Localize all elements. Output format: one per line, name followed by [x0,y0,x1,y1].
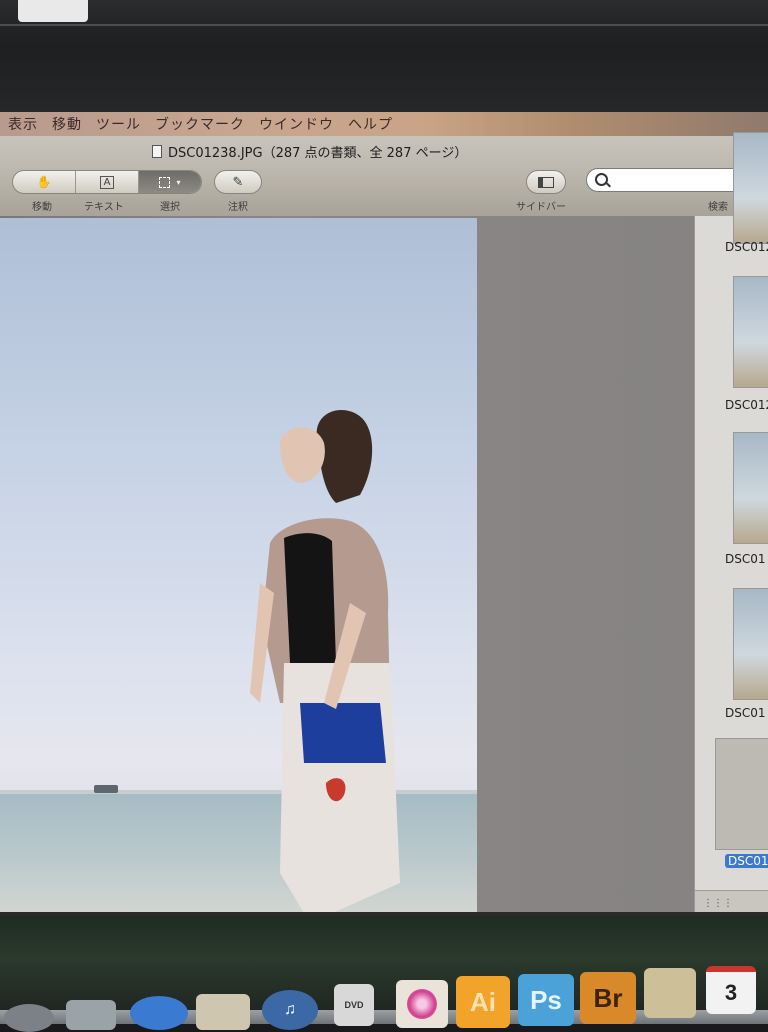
bridge-icon[interactable]: Br [580,972,636,1024]
hand-icon: ✋ [36,175,52,189]
disk-icon[interactable] [4,1004,54,1032]
thumbnail-1[interactable] [733,276,768,388]
thumbnail-2[interactable] [733,432,768,544]
photo-woman-figure [250,410,400,915]
move-tool-label: 移動 [32,202,52,213]
notes-icon[interactable] [644,968,696,1018]
window-toolbar: DSC01238.JPG（287 点の書類、全 287 ページ） ✋ A 移動 … [0,136,768,217]
dvd-player-icon[interactable]: DVD [334,984,374,1026]
flower-icon[interactable] [396,980,448,1028]
search-icon [595,173,608,186]
photoshop-icon[interactable]: Ps [518,974,574,1026]
menu-window[interactable]: ウインドウ [259,114,334,134]
thumbnail-4-selected[interactable] [715,738,768,850]
move-tool-button[interactable]: ✋ [13,171,76,193]
pencil-icon: ✎ [232,174,244,190]
thumbnail-label-0: DSC012 [725,240,768,254]
calendar-icon[interactable]: 3 [706,966,756,1014]
thumbnail-label-4: DSC01 [725,854,768,868]
stamp-icon[interactable] [66,1000,116,1030]
thumbnail-label-2: DSC01 [725,552,766,566]
bezel-divider [0,24,768,26]
firefox-icon[interactable] [130,996,188,1030]
thumbnail-0[interactable] [733,132,768,244]
text-cursor-icon: A [99,175,115,189]
photos-icon[interactable] [196,994,250,1030]
sidebar-label: サイドバー [516,202,566,213]
displayed-photo[interactable] [0,218,477,915]
screen-glare [18,0,88,22]
menu-go[interactable]: 移動 [52,114,82,134]
sidebar-toggle-button[interactable] [526,170,566,194]
document-icon [152,145,162,158]
menu-bar: 表示 移動 ツール ブックマーク ウインドウ ヘルプ [0,112,768,136]
window-title: DSC01238.JPG（287 点の書類、全 287 ページ） [152,142,467,161]
text-tool-button[interactable]: A [76,171,139,193]
text-tool-label: テキスト [84,202,124,213]
thumbnail-sidebar: DSC012 DSC012 DSC01 DSC01 DSC01 ⋮⋮⋮ [694,132,768,916]
select-tool-label: 選択 [160,202,180,213]
annotate-button[interactable]: ✎ [214,170,262,194]
photo-boat [94,785,118,793]
menu-tools[interactable]: ツール [96,114,141,134]
menu-bookmarks[interactable]: ブックマーク [155,114,245,134]
itunes-icon[interactable]: ♫ [262,990,318,1030]
menu-help[interactable]: ヘルプ [348,114,393,134]
thumbnail-label-1: DSC012 [725,398,768,412]
thumbnail-label-3: DSC01 [725,706,766,720]
window-title-text: DSC01238.JPG（287 点の書類、全 287 ページ） [168,146,468,161]
selection-rect-icon [159,176,171,188]
monitor-bezel [0,0,768,112]
search-label: 検索 [708,202,728,213]
menu-view[interactable]: 表示 [8,114,38,134]
sidebar-icon [538,176,554,188]
thumbnail-3[interactable] [733,588,768,700]
tool-mode-segmented-control: ✋ A [12,170,202,194]
illustrator-icon[interactable]: Ai [456,976,510,1028]
annotate-label: 注釈 [228,202,248,213]
select-tool-button[interactable] [139,171,201,193]
